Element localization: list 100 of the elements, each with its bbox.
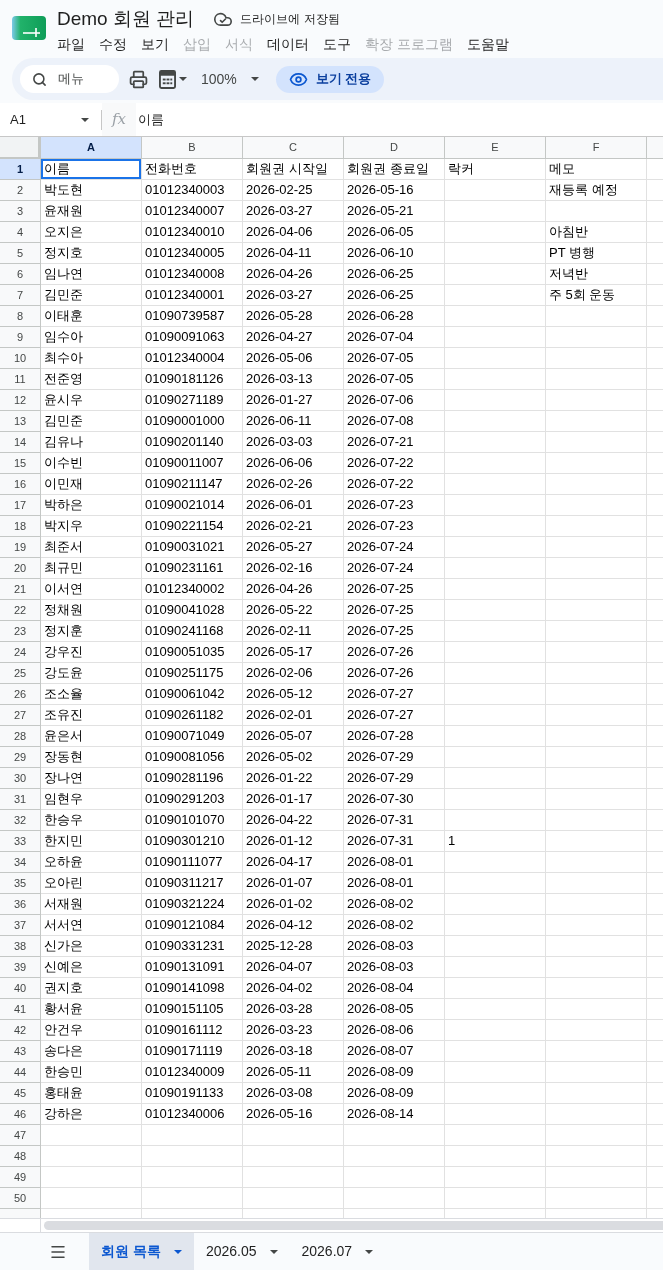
row-number[interactable] (0, 1209, 41, 1218)
table-cell[interactable]: 01090021014 (142, 495, 243, 516)
table-cell[interactable] (445, 600, 546, 621)
table-cell[interactable]: 강도윤 (41, 663, 142, 684)
menu-item[interactable]: 파일 (57, 34, 85, 54)
table-cell[interactable] (546, 621, 647, 642)
table-cell[interactable]: 2026-03-03 (243, 432, 344, 453)
column-header[interactable]: C (243, 137, 344, 159)
table-cell[interactable] (445, 663, 546, 684)
table-cell[interactable]: 1 (445, 831, 546, 852)
table-cell[interactable]: 최규민 (41, 558, 142, 579)
table-cell[interactable] (546, 495, 647, 516)
table-cell[interactable]: 2026-06-28 (344, 306, 445, 327)
row-number[interactable]: 43 (0, 1041, 41, 1062)
table-cell[interactable]: 2025-12-28 (243, 936, 344, 957)
table-cell[interactable]: 01090291203 (142, 789, 243, 810)
table-cell[interactable]: 2026-07-25 (344, 600, 445, 621)
table-cell[interactable]: 아침반 (546, 222, 647, 243)
table-cell[interactable]: 01090739587 (142, 306, 243, 327)
table-cell[interactable] (445, 495, 546, 516)
table-cell[interactable]: 01090161112 (142, 1020, 243, 1041)
table-cell[interactable]: 2026-02-11 (243, 621, 344, 642)
table-cell[interactable] (445, 432, 546, 453)
table-cell[interactable]: 01090081056 (142, 747, 243, 768)
table-cell[interactable] (445, 537, 546, 558)
table-cell[interactable]: 2026-03-13 (243, 369, 344, 390)
table-cell[interactable]: 이민재 (41, 474, 142, 495)
table-cell[interactable] (445, 1167, 546, 1188)
row-number[interactable]: 6 (0, 264, 41, 285)
table-cell[interactable] (546, 411, 647, 432)
table-cell[interactable]: 2026-08-04 (344, 978, 445, 999)
table-cell[interactable] (546, 789, 647, 810)
table-cell[interactable] (445, 1062, 546, 1083)
table-cell[interactable]: 2026-02-01 (243, 705, 344, 726)
table-cell[interactable]: 장나연 (41, 768, 142, 789)
table-cell[interactable]: 2026-07-29 (344, 747, 445, 768)
table-cell[interactable]: 김유나 (41, 432, 142, 453)
table-cell[interactable]: 2026-08-02 (344, 894, 445, 915)
table-cell[interactable]: 2026-04-06 (243, 222, 344, 243)
table-cell[interactable]: 전화번호 (142, 159, 243, 180)
table-cell[interactable] (445, 474, 546, 495)
table-cell[interactable]: 2026-08-07 (344, 1041, 445, 1062)
table-cell[interactable]: 2026-07-04 (344, 327, 445, 348)
row-number[interactable]: 25 (0, 663, 41, 684)
row-number[interactable]: 40 (0, 978, 41, 999)
row-number[interactable]: 1 (0, 159, 41, 180)
table-cell[interactable] (243, 1125, 344, 1146)
table-cell[interactable]: 01012340003 (142, 180, 243, 201)
table-cell[interactable] (445, 1020, 546, 1041)
table-cell[interactable]: 서재원 (41, 894, 142, 915)
column-header[interactable]: B (142, 137, 243, 159)
table-cell[interactable] (445, 936, 546, 957)
table-cell[interactable] (142, 1146, 243, 1167)
table-cell[interactable] (445, 243, 546, 264)
table-cell[interactable]: 2026-07-24 (344, 558, 445, 579)
table-cell[interactable]: 회원권 시작일 (243, 159, 344, 180)
row-number[interactable]: 30 (0, 768, 41, 789)
print-icon[interactable] (129, 69, 148, 89)
row-number[interactable]: 36 (0, 894, 41, 915)
table-cell[interactable] (445, 621, 546, 642)
table-cell[interactable]: 임현우 (41, 789, 142, 810)
table-cell[interactable]: 2026-06-25 (344, 264, 445, 285)
table-cell[interactable]: 최수아 (41, 348, 142, 369)
cell-reference-box[interactable]: A1 (0, 106, 98, 133)
table-cell[interactable]: 2026-02-16 (243, 558, 344, 579)
table-cell[interactable] (546, 453, 647, 474)
table-cell[interactable]: 2026-01-12 (243, 831, 344, 852)
table-cell[interactable]: 이수빈 (41, 453, 142, 474)
row-number[interactable]: 27 (0, 705, 41, 726)
table-cell[interactable] (445, 306, 546, 327)
row-number[interactable]: 47 (0, 1125, 41, 1146)
table-cell[interactable] (142, 1167, 243, 1188)
table-cell[interactable] (546, 537, 647, 558)
row-number[interactable]: 8 (0, 306, 41, 327)
table-cell[interactable]: 이태훈 (41, 306, 142, 327)
table-cell[interactable]: 2026-05-02 (243, 747, 344, 768)
table-cell[interactable]: 2026-04-27 (243, 327, 344, 348)
table-cell[interactable]: 2026-06-05 (344, 222, 445, 243)
menu-item[interactable]: 도움말 (466, 34, 509, 54)
table-cell[interactable] (546, 369, 647, 390)
table-cell[interactable]: 오하윤 (41, 852, 142, 873)
table-cell[interactable]: 2026-07-31 (344, 810, 445, 831)
row-number[interactable]: 35 (0, 873, 41, 894)
table-cell[interactable]: 2026-03-27 (243, 285, 344, 306)
row-number[interactable]: 42 (0, 1020, 41, 1041)
table-cell[interactable]: 01090131091 (142, 957, 243, 978)
row-number[interactable]: 41 (0, 999, 41, 1020)
table-cell[interactable] (142, 1125, 243, 1146)
table-cell[interactable]: 송다은 (41, 1041, 142, 1062)
table-cell[interactable] (546, 600, 647, 621)
table-cell[interactable] (243, 1146, 344, 1167)
table-cell[interactable]: 2026-07-23 (344, 516, 445, 537)
table-cell[interactable]: 저녁반 (546, 264, 647, 285)
table-cell[interactable]: 정지호 (41, 243, 142, 264)
row-number[interactable]: 19 (0, 537, 41, 558)
table-cell[interactable]: 2026-07-27 (344, 684, 445, 705)
table-cell[interactable]: 2026-05-21 (344, 201, 445, 222)
table-cell[interactable]: 01090321224 (142, 894, 243, 915)
table-cell[interactable]: 2026-01-07 (243, 873, 344, 894)
table-cell[interactable]: 임나연 (41, 264, 142, 285)
